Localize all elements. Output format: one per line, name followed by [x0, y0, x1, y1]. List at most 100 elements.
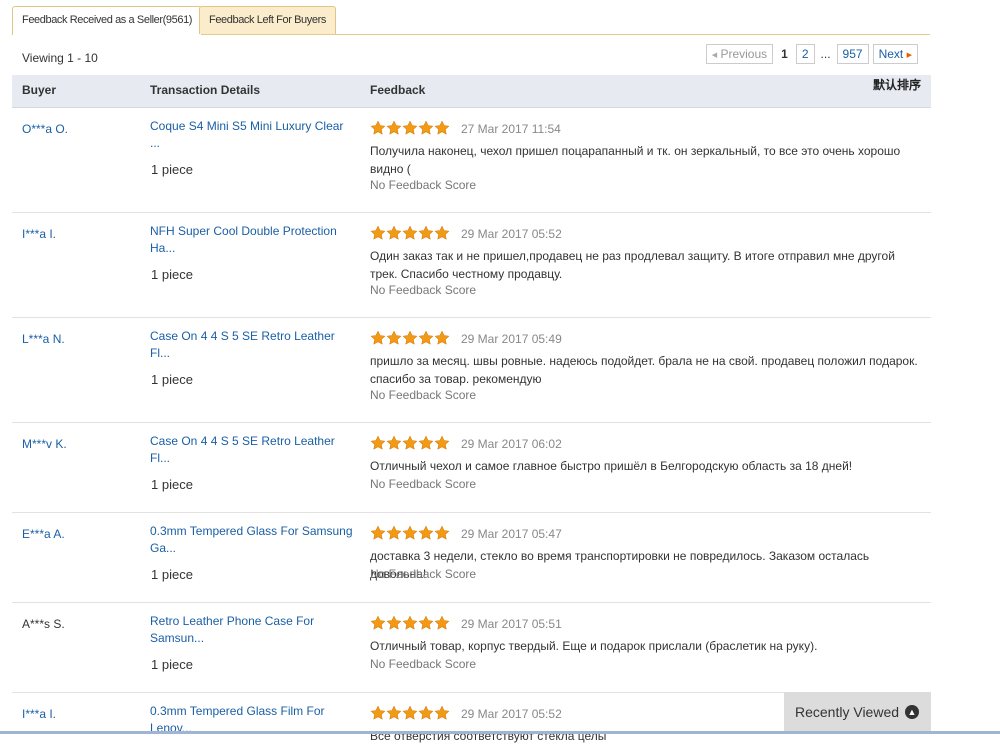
feedback-comment: Отличный чехол и самое главное быстро пр… — [370, 459, 853, 473]
product-link[interactable]: Retro Leather Phone Case For Samsun... — [150, 613, 355, 647]
feedback-date: 29 Mar 2017 05:51 — [461, 617, 562, 631]
table-row: O***a O. Coque S4 Mini S5 Mini Luxury Cle… — [12, 108, 931, 213]
chevron-up-circle-icon: ▲ — [905, 705, 919, 719]
recently-viewed-label: Recently Viewed — [795, 704, 900, 720]
table-row: A***s S. Retro Leather Phone Case For Sam… — [12, 603, 931, 693]
triangle-right-icon: ▶ — [906, 52, 912, 59]
feedback-score: No Feedback Score — [370, 477, 477, 491]
current-page: 1 — [781, 47, 788, 61]
product-link[interactable]: Coque S4 Mini S5 Mini Luxury Clear ... — [150, 118, 355, 152]
star-icon — [434, 330, 450, 345]
star-icon — [386, 435, 402, 450]
star-icon — [418, 615, 434, 630]
feedback-date: 29 Mar 2017 05:49 — [461, 332, 562, 346]
next-page-button[interactable]: Next ▶ — [872, 44, 918, 64]
star-icon — [370, 435, 386, 450]
buyer-name[interactable]: O***a O. — [22, 122, 68, 136]
star-icon — [434, 705, 450, 720]
recently-viewed-button[interactable]: Recently Viewed ▲ — [784, 692, 931, 734]
table-row: I***a I. NFH Super Cool Double Protection… — [12, 213, 931, 318]
feedback-date: 29 Mar 2017 05:52 — [461, 707, 562, 721]
feedback-date: 27 Mar 2017 11:54 — [461, 122, 561, 136]
last-page-button[interactable]: 957 — [836, 44, 869, 64]
feedback-score: No Feedback Score — [370, 388, 477, 402]
star-icon — [402, 525, 418, 540]
star-icon — [386, 525, 402, 540]
star-icon — [402, 225, 418, 240]
feedback-comment: Отличный товар, корпус твердый. Еще и по… — [370, 639, 818, 653]
quantity: 1 piece — [151, 657, 193, 672]
star-icon — [402, 615, 418, 630]
feedback-date: 29 Mar 2017 05:47 — [461, 527, 562, 541]
star-icon — [370, 330, 386, 345]
quantity: 1 piece — [151, 477, 193, 492]
feedback-date: 29 Mar 2017 05:52 — [461, 227, 562, 241]
feedback-score: No Feedback Score — [370, 567, 477, 581]
buyer-name[interactable]: I***a I. — [22, 707, 56, 721]
star-rating — [370, 525, 450, 541]
feedback-score: No Feedback Score — [370, 178, 477, 192]
star-rating — [370, 330, 450, 346]
star-icon — [386, 330, 402, 345]
feedback-comment: Получила наконец, чехол пришел поцарапан… — [370, 144, 901, 176]
viewing-range: Viewing 1 - 10 — [22, 51, 98, 65]
feedback-date: 29 Mar 2017 06:02 — [461, 437, 562, 451]
star-rating — [370, 225, 450, 241]
feedback-list: O***a O. Coque S4 Mini S5 Mini Luxury Cle… — [12, 108, 931, 753]
product-link[interactable]: NFH Super Cool Double Protection Ha... — [150, 223, 355, 257]
next-label: Next — [878, 47, 904, 61]
tab-feedback-left[interactable]: Feedback Left For Buyers — [199, 6, 336, 34]
feedback-tabs: Feedback Received as a Seller(9561) Feed… — [12, 6, 930, 35]
sort-default[interactable]: 默认排序 — [873, 76, 921, 93]
pagination: ◀ Previous 1 2 ... 957 Next ▶ — [705, 44, 918, 64]
star-icon — [434, 435, 450, 450]
star-icon — [386, 120, 402, 135]
product-link[interactable]: 0.3mm Tempered Glass For Samsung Ga... — [150, 523, 355, 557]
quantity: 1 piece — [151, 372, 193, 387]
star-rating — [370, 120, 450, 136]
previous-label: Previous — [720, 47, 768, 61]
header-buyer: Buyer — [22, 83, 57, 97]
star-icon — [418, 225, 434, 240]
feedback-score: No Feedback Score — [370, 657, 477, 671]
table-row: E***a A. 0.3mm Tempered Glass For Samsung… — [12, 513, 931, 603]
page-2-button[interactable]: 2 — [795, 44, 815, 64]
star-icon — [370, 120, 386, 135]
buyer-name[interactable]: L***a N. — [22, 332, 65, 346]
star-icon — [370, 525, 386, 540]
star-icon — [418, 120, 434, 135]
tab-feedback-received[interactable]: Feedback Received as a Seller(9561) — [12, 6, 203, 35]
star-rating — [370, 435, 450, 451]
star-rating — [370, 705, 450, 721]
buyer-name[interactable]: M***v K. — [22, 437, 67, 451]
buyer-name[interactable]: I***a I. — [22, 227, 56, 241]
buyer-name: A***s S. — [22, 617, 65, 631]
triangle-left-icon: ◀ — [711, 52, 718, 59]
star-icon — [386, 615, 402, 630]
feedback-comment: Один заказ так и не пришел,продавец не р… — [370, 249, 895, 281]
star-icon — [434, 120, 450, 135]
star-icon — [402, 435, 418, 450]
quantity: 1 piece — [151, 567, 193, 582]
buyer-name[interactable]: E***a A. — [22, 527, 65, 541]
header-transaction-details: Transaction Details — [150, 83, 261, 97]
table-row: M***v K. Case On 4 4 S 5 SE Retro Leather… — [12, 423, 931, 513]
star-icon — [434, 615, 450, 630]
star-icon — [386, 225, 402, 240]
header-feedback: Feedback — [370, 83, 426, 97]
star-icon — [418, 330, 434, 345]
product-link[interactable]: Case On 4 4 S 5 SE Retro Leather Fl... — [150, 433, 355, 467]
star-icon — [418, 435, 434, 450]
star-rating — [370, 615, 450, 631]
star-icon — [402, 705, 418, 720]
quantity: 1 piece — [151, 162, 193, 177]
star-icon — [402, 330, 418, 345]
product-link[interactable]: Case On 4 4 S 5 SE Retro Leather Fl... — [150, 328, 355, 362]
table-header: Buyer Transaction Details Feedback 默认排序 — [12, 75, 931, 108]
feedback-comment: пришло за месяц. швы ровные. надеюсь под… — [370, 354, 918, 386]
star-icon — [402, 120, 418, 135]
star-icon — [370, 615, 386, 630]
quantity: 1 piece — [151, 267, 193, 282]
previous-page-button[interactable]: ◀ Previous — [705, 44, 774, 64]
star-icon — [434, 525, 450, 540]
